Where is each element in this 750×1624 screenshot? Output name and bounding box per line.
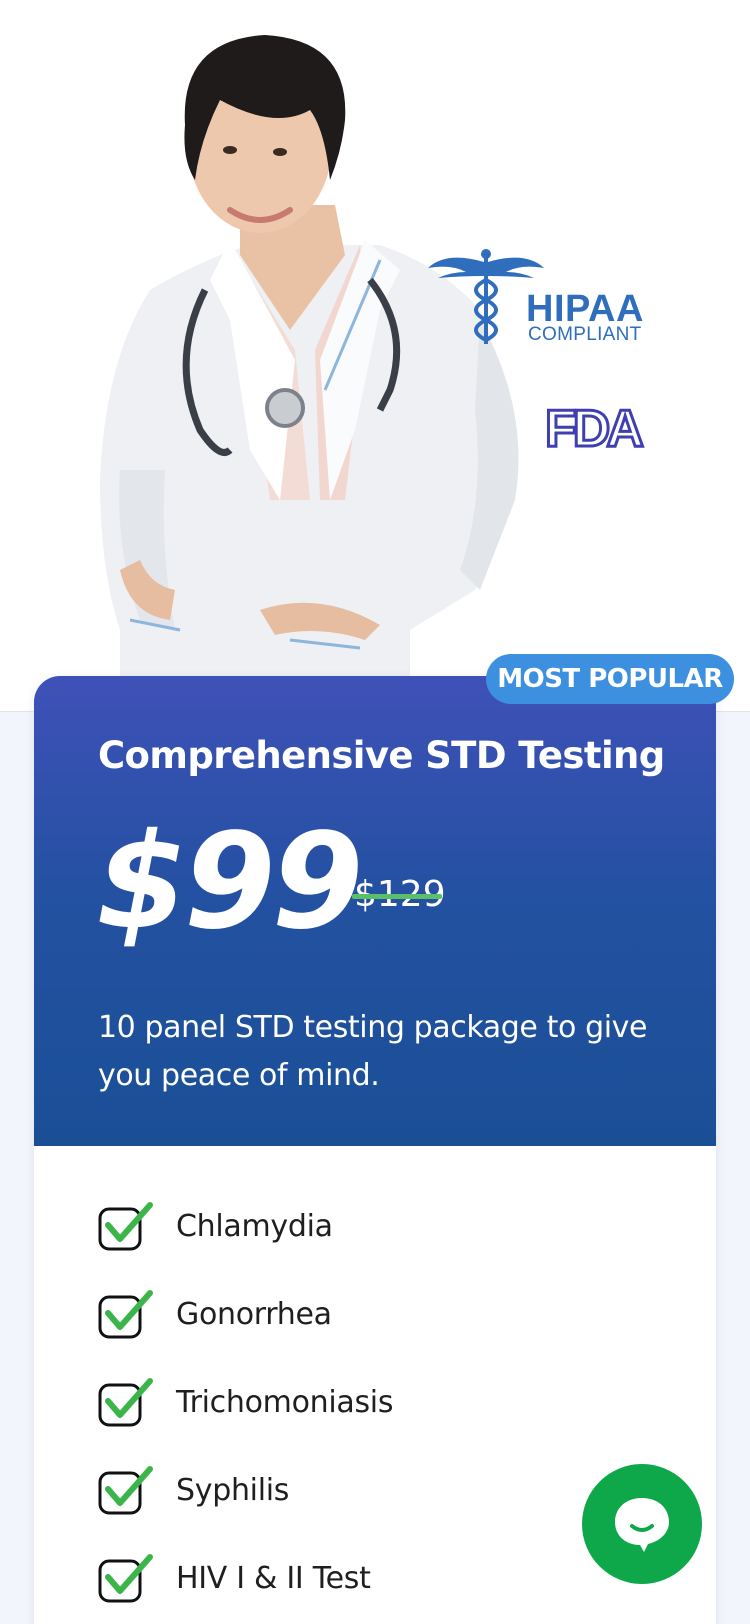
feature-label: Trichomoniasis: [176, 1384, 394, 1420]
feature-label: Chlamydia: [176, 1208, 333, 1244]
feature-list: Chlamydia Gonorrhea Trichomoniasis Syphi…: [98, 1182, 658, 1622]
feature-item: HIV I & II Test: [98, 1534, 658, 1622]
feature-item: Gonorrhea: [98, 1270, 658, 1358]
chat-button[interactable]: [582, 1464, 702, 1584]
checkbox-checked-icon: [98, 1554, 153, 1603]
checkbox-checked-icon: [98, 1378, 153, 1427]
plan-description: 10 panel STD testing package to give you…: [98, 1010, 648, 1093]
plan-title: Comprehensive STD Testing: [98, 734, 665, 777]
feature-label: Gonorrhea: [176, 1296, 332, 1332]
feature-item: Syphilis: [98, 1446, 658, 1534]
fda-logo-text: FDA: [545, 400, 643, 458]
feature-label: HIV I & II Test: [176, 1560, 371, 1596]
price-strikethrough: [352, 894, 442, 899]
feature-item: Trichomoniasis: [98, 1358, 658, 1446]
plan-price: $99: [96, 805, 364, 959]
feature-label: Syphilis: [176, 1472, 290, 1508]
fda-logo: FDA: [545, 400, 649, 460]
hipaa-subtitle: COMPLIANT: [528, 324, 642, 345]
feature-item: Chlamydia: [98, 1182, 658, 1270]
hipaa-badge: HIPAA COMPLIANT: [428, 249, 650, 362]
chat-bubble-icon: [615, 1498, 669, 1552]
pricing-card-header: Comprehensive STD Testing $99 $129 10 pa…: [34, 676, 716, 1146]
most-popular-badge: MOST POPULAR: [486, 654, 734, 704]
checkbox-checked-icon: [98, 1466, 153, 1515]
checkbox-checked-icon: [98, 1290, 153, 1339]
checkbox-checked-icon: [98, 1202, 153, 1251]
